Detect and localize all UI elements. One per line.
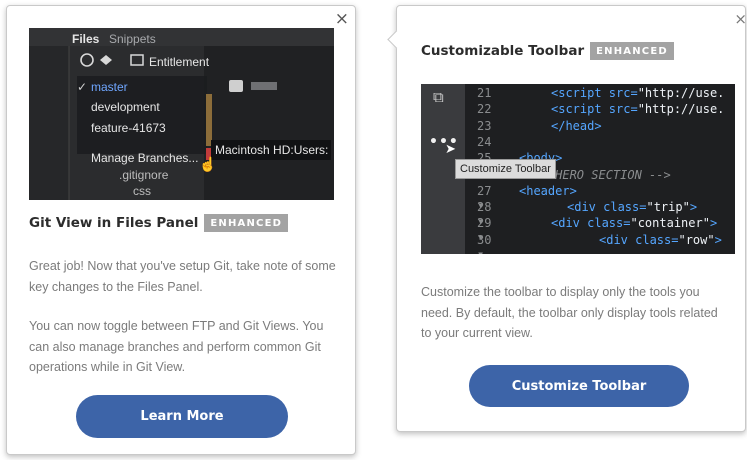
card-header: Git View in Files Panel ENHANCED xyxy=(29,214,289,232)
branch-development: development xyxy=(91,100,160,114)
card-title: Customizable Toolbar xyxy=(421,43,585,59)
manage-branches-item: Manage Branches... xyxy=(91,151,199,165)
card-title: Git View in Files Panel xyxy=(29,215,199,231)
details-paragraph: You can now toggle between FTP and Git V… xyxy=(29,319,324,374)
gitignore-file: .gitignore xyxy=(119,168,169,182)
code-line: <div class="container"> xyxy=(551,216,718,231)
close-icon[interactable]: × xyxy=(335,11,349,28)
customize-toolbar-tooltip: Customize Toolbar xyxy=(455,159,556,179)
css-folder: css xyxy=(133,184,151,198)
path-label: Macintosh HD:Users: xyxy=(215,143,329,157)
code-line: <script src="http://use. xyxy=(551,102,725,117)
customizable-toolbar-card: × Customizable Toolbar ENHANCED ⧉ ••• ➤ … xyxy=(387,5,747,432)
tab-files: Files xyxy=(72,32,100,46)
code-editor-screenshot: ⧉ ••• ➤ 21 <script src="http://use. 22 <scr… xyxy=(421,84,735,254)
enhanced-badge: ENHANCED xyxy=(590,42,674,60)
cursor-arrow-icon: ➤ xyxy=(445,142,456,157)
line-number: 23 xyxy=(477,118,492,133)
git-view-card: × Files Snippets Entitlement ✓ master de… xyxy=(6,5,356,455)
branch-feature: feature-41673 xyxy=(91,121,166,135)
branch-master: master xyxy=(91,80,128,94)
code-line: </head> xyxy=(551,118,602,133)
code-line: <div class="row"> xyxy=(599,232,722,247)
git-view-screenshot: Files Snippets Entitlement ✓ master deve… xyxy=(29,28,334,200)
git-screenshot-background xyxy=(29,28,334,200)
check-icon: ✓ xyxy=(77,80,88,94)
entitlement-label: Entitlement xyxy=(149,55,210,69)
customize-toolbar-button[interactable]: Customize Toolbar xyxy=(469,365,689,407)
code-line: <div class="trip"> xyxy=(567,200,698,215)
toolbar-description: Customize the toolbar to display only th… xyxy=(421,285,718,340)
tab-snippets: Snippets xyxy=(109,32,156,46)
code-line: <header> xyxy=(519,183,577,198)
line-number: 21 xyxy=(477,86,492,100)
card-header: Customizable Toolbar ENHANCED xyxy=(421,42,674,60)
learn-more-button[interactable]: Learn More xyxy=(76,395,288,438)
intro-paragraph: Great job! Now that you've setup Git, ta… xyxy=(29,259,336,294)
enhanced-badge: ENHANCED xyxy=(204,214,289,232)
line-number: 24 xyxy=(477,134,492,149)
line-number: 22 xyxy=(477,102,492,117)
popover-arrow xyxy=(387,30,406,49)
inspect-icon: ⧉ xyxy=(433,88,444,106)
close-icon[interactable]: × xyxy=(734,12,747,27)
line-number: 30 ▾ xyxy=(477,232,492,254)
code-line: <script src="http://use. xyxy=(551,86,725,100)
cursor-hand-icon: ☝ xyxy=(199,156,217,172)
